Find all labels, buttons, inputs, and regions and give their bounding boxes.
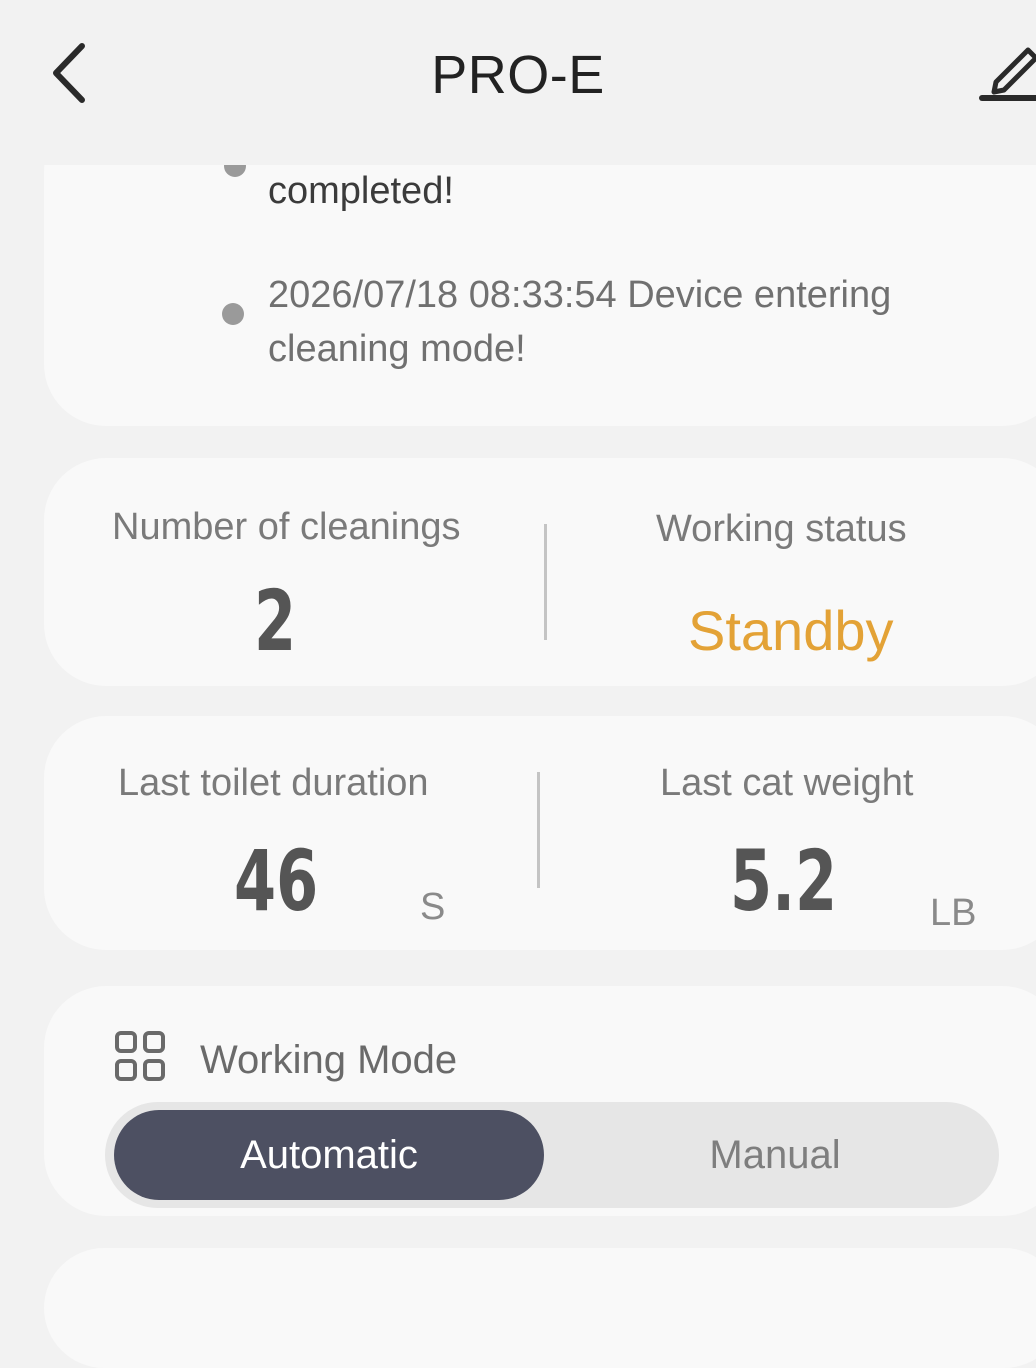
mode-automatic-button[interactable]: Automatic bbox=[114, 1110, 544, 1200]
log-entry: 2026/07/18 08:33:54 Device entering clea… bbox=[268, 274, 892, 370]
working-status-label: Working status bbox=[656, 508, 907, 550]
duration-label: Last toilet duration bbox=[118, 762, 429, 804]
pencil-icon bbox=[979, 47, 1036, 101]
cleanings-label: Number of cleanings bbox=[112, 506, 461, 548]
cleaning-stats-card: Number of cleanings 2 Working status Sta… bbox=[44, 458, 1036, 686]
edit-button[interactable] bbox=[976, 38, 1036, 104]
grid-icon bbox=[115, 1031, 165, 1081]
working-mode-toggle: Automatic Manual bbox=[105, 1102, 999, 1208]
working-status-value: Standby bbox=[688, 599, 894, 662]
app-header: PRO-E bbox=[0, 0, 1036, 165]
weight-value: 5.2 bbox=[730, 832, 838, 930]
cleanings-value: 2 bbox=[254, 572, 297, 670]
log-entry: completed! bbox=[268, 170, 454, 212]
last-visit-card: Last toilet duration 46 S Last cat weigh… bbox=[44, 716, 1036, 950]
duration-value: 46 bbox=[234, 832, 319, 930]
mode-manual-button[interactable]: Manual bbox=[555, 1110, 995, 1200]
log-bullet bbox=[222, 303, 244, 325]
working-mode-card: Working Mode Automatic Manual bbox=[44, 986, 1036, 1216]
weight-unit: LB bbox=[930, 892, 977, 934]
working-mode-title: Working Mode bbox=[200, 1038, 458, 1082]
divider bbox=[544, 524, 547, 640]
divider bbox=[537, 772, 540, 888]
duration-unit: S bbox=[420, 886, 446, 928]
next-section-card bbox=[44, 1248, 1036, 1368]
weight-label: Last cat weight bbox=[660, 762, 914, 804]
page-title: PRO-E bbox=[431, 45, 605, 105]
